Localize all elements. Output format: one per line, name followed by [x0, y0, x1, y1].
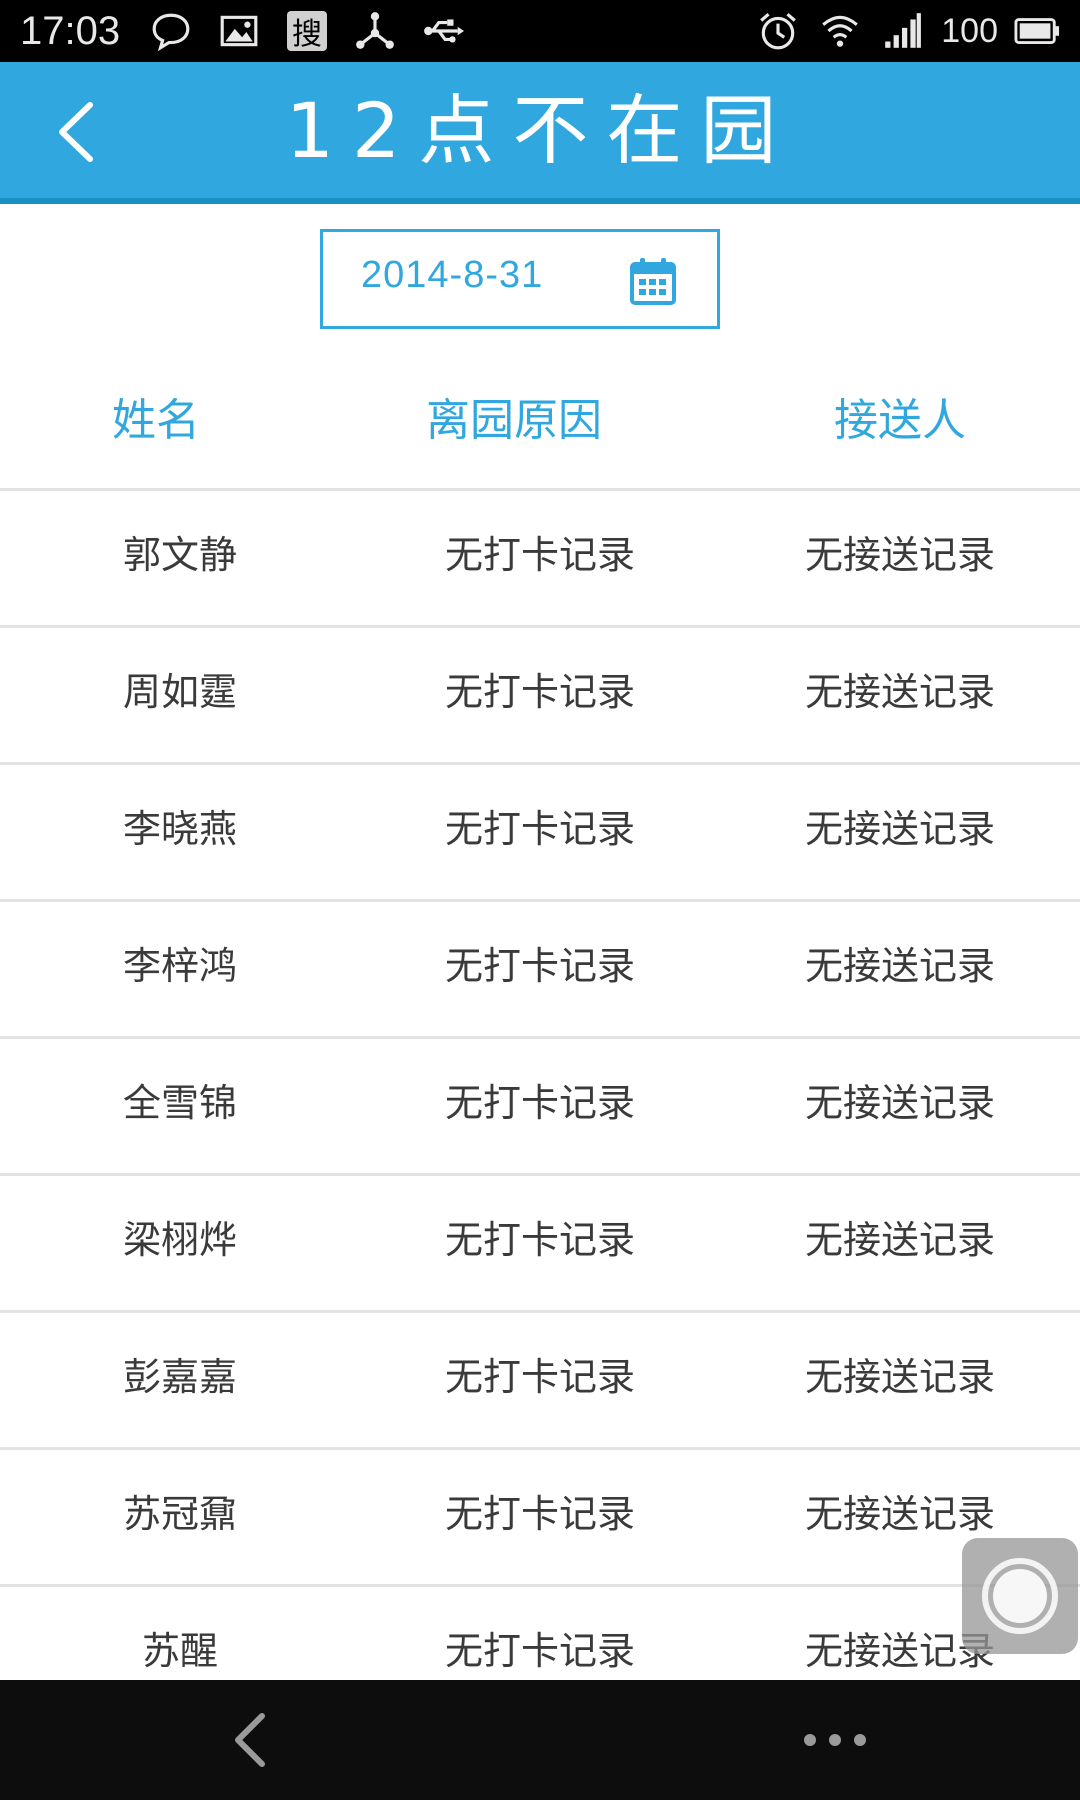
status-time: 17:03	[20, 9, 121, 53]
table-row[interactable]: 彭嘉嘉 无打卡记录 无接送记录	[0, 1313, 1080, 1450]
student-name: 李晓燕	[122, 807, 237, 851]
signal-icon	[879, 8, 925, 54]
leave-reason: 无打卡记录	[444, 1355, 635, 1399]
table-row[interactable]: 李梓鸿 无打卡记录 无接送记录	[0, 902, 1080, 1039]
wifi-icon	[817, 8, 863, 54]
sou-app-icon: 搜	[284, 8, 330, 54]
chat-bubble-icon	[148, 8, 194, 54]
column-header-pickup: 接送人	[834, 395, 966, 446]
notification-icons: 搜	[148, 8, 466, 54]
back-triangle-icon[interactable]	[222, 1710, 282, 1770]
leave-reason: 无打卡记录	[444, 1492, 635, 1536]
usb-icon	[420, 8, 466, 54]
student-name: 全雪锦	[122, 1081, 237, 1125]
leave-reason: 无打卡记录	[444, 670, 635, 714]
image-icon	[216, 8, 262, 54]
network-share-icon	[352, 8, 398, 54]
more-dots-icon[interactable]	[800, 1720, 870, 1760]
student-name: 李梓鸿	[122, 944, 237, 988]
pickup-person: 无接送记录	[804, 807, 995, 851]
status-bar: 17:03 搜 100	[0, 0, 1080, 62]
student-name: 彭嘉嘉	[122, 1355, 237, 1399]
page-title: 12点不在园	[285, 86, 795, 175]
date-value: 2014-8-31	[361, 254, 544, 296]
student-name: 苏醒	[141, 1629, 218, 1673]
table-row[interactable]: 李晓燕 无打卡记录 无接送记录	[0, 765, 1080, 902]
date-picker[interactable]: 2014-8-31	[320, 229, 720, 329]
pickup-person: 无接送记录	[804, 1492, 995, 1536]
table-row[interactable]: 苏冠鼐 无打卡记录 无接送记录	[0, 1450, 1080, 1587]
leave-reason: 无打卡记录	[444, 533, 635, 577]
pickup-person: 无接送记录	[804, 944, 995, 988]
table-row[interactable]: 周如霆 无打卡记录 无接送记录	[0, 628, 1080, 765]
student-name: 苏冠鼐	[122, 1492, 237, 1536]
navigation-bar	[0, 1680, 1080, 1800]
student-name: 梁栩烨	[122, 1218, 237, 1262]
system-status-icons: 100	[755, 8, 1060, 54]
leave-reason: 无打卡记录	[444, 1218, 635, 1262]
table-row[interactable]: 全雪锦 无打卡记录 无接送记录	[0, 1039, 1080, 1176]
pickup-person: 无接送记录	[804, 1355, 995, 1399]
battery-level: 100	[941, 11, 998, 50]
pickup-person: 无接送记录	[804, 533, 995, 577]
battery-icon	[1014, 8, 1060, 54]
leave-reason: 无打卡记录	[444, 944, 635, 988]
pickup-person: 无接送记录	[804, 1218, 995, 1262]
column-header-reason: 离园原因	[426, 395, 602, 446]
calendar-icon[interactable]	[629, 256, 677, 306]
student-name: 郭文静	[122, 533, 237, 577]
pickup-person: 无接送记录	[804, 670, 995, 714]
leave-reason: 无打卡记录	[444, 807, 635, 851]
leave-reason: 无打卡记录	[444, 1081, 635, 1125]
table-header: 姓名 离园原因 接送人	[0, 365, 1080, 491]
leave-reason: 无打卡记录	[444, 1629, 635, 1673]
floating-assistive-button[interactable]	[962, 1538, 1078, 1654]
pickup-person: 无接送记录	[804, 1081, 995, 1125]
app-header: 12点不在园	[0, 62, 1080, 204]
column-header-name: 姓名	[112, 395, 200, 446]
table-row[interactable]: 梁栩烨 无打卡记录 无接送记录	[0, 1176, 1080, 1313]
student-name: 周如霆	[122, 670, 237, 714]
alarm-icon	[755, 8, 801, 54]
table-row[interactable]: 郭文静 无打卡记录 无接送记录	[0, 491, 1080, 628]
assistive-ring-icon	[982, 1558, 1058, 1634]
